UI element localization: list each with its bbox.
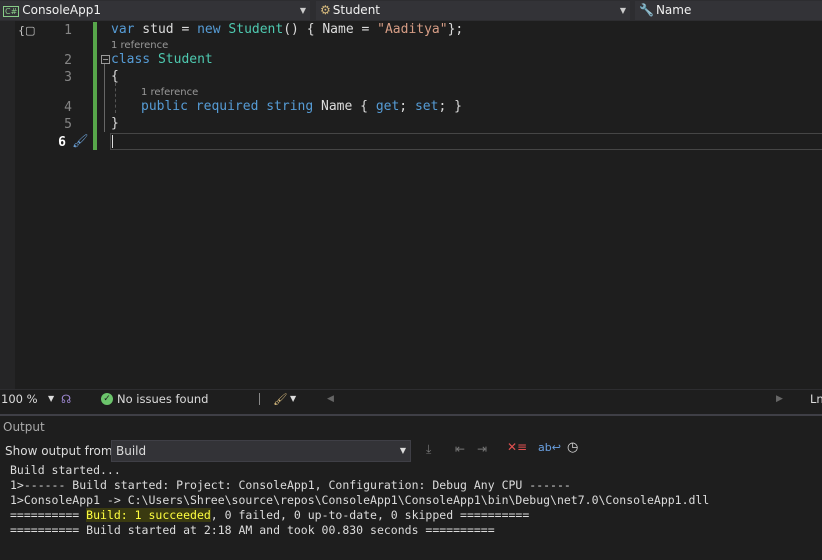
issues-status[interactable]: No issues found (117, 390, 208, 408)
scroll-right-icon[interactable]: ▶ (776, 390, 783, 408)
type-name: Student (220, 22, 284, 37)
type-name: Student (150, 52, 213, 67)
line-number: 3 (64, 70, 72, 85)
keyword: var (111, 22, 135, 37)
code-cleanup-brush-icon[interactable]: 🖌 (273, 390, 288, 408)
line-number: 1 (64, 23, 72, 38)
codelens-references[interactable]: 1 reference (111, 40, 168, 51)
word-wrap-icon[interactable]: ab↩ (538, 441, 561, 454)
keyword: new (197, 22, 221, 37)
previous-message-icon[interactable]: ⇤ (455, 442, 465, 456)
editor-margin (0, 21, 15, 389)
code-line-3[interactable]: { (111, 69, 119, 84)
collapse-icon[interactable]: − (101, 55, 110, 64)
scroll-left-icon[interactable]: ◀ (327, 390, 334, 408)
keyword: get (375, 99, 400, 114)
build-succeeded-highlight: Build: 1 succeeded (86, 508, 211, 522)
output-source-value: Build (116, 444, 147, 458)
line-number: 2 (64, 53, 72, 68)
wrench-icon: 🔧 (639, 3, 654, 17)
output-line: ========== Build started at 2:18 AM and … (10, 523, 495, 537)
code-text: ; (399, 99, 415, 114)
project-dropdown[interactable]: C# ConsoleApp1 ▼ (0, 1, 310, 20)
show-output-from-label: Show output from: (5, 444, 117, 458)
code-text: Name { (313, 99, 376, 114)
string-literal: "Aaditya" (377, 22, 448, 37)
keyword: public required string (141, 99, 314, 114)
output-line-summary: ========== Build: 1 succeeded, 0 failed,… (10, 508, 529, 522)
code-text: () { Name = (283, 22, 378, 37)
csharp-project-icon: C# (3, 6, 20, 17)
next-message-icon[interactable]: ⇥ (477, 442, 487, 456)
divider (259, 393, 260, 405)
intellicode-icon[interactable]: ☊ (61, 390, 71, 408)
member-dropdown[interactable]: 🔧 Name (635, 1, 822, 20)
summary-rest: , 0 failed, 0 up-to-date, 0 skipped ====… (210, 508, 530, 522)
output-panel-title: Output (3, 420, 45, 434)
text-cursor (112, 135, 113, 148)
check-circle-icon: ✓ (101, 393, 113, 405)
type-dropdown[interactable]: ⚙ Student ▼ (316, 1, 630, 20)
line-position: Ln (810, 392, 822, 406)
current-line-highlight[interactable] (110, 133, 822, 150)
go-to-line-icon[interactable]: ⤓ (426, 442, 431, 457)
identifier: stud = (134, 22, 198, 37)
change-tracking-bar (93, 22, 97, 150)
quick-actions-brush-icon[interactable]: 🖌 (72, 134, 89, 149)
keyword: class (111, 52, 151, 67)
chevron-down-icon: ▼ (619, 6, 626, 15)
output-line: Build started... (10, 463, 121, 477)
summary-prefix: ========== (10, 508, 87, 522)
clock-icon[interactable]: ◷ (567, 440, 578, 455)
line-number: 5 (64, 117, 72, 132)
chevron-down-icon: ▼ (299, 6, 306, 15)
chevron-down-icon[interactable]: ▼ (48, 390, 54, 408)
code-line-5[interactable]: } (111, 116, 119, 131)
project-name: ConsoleApp1 (22, 3, 102, 17)
editor-status-bar: 100 % ▼ ☊ ✓ No issues found 🖌 ▼ ◀ ▶ Ln (0, 389, 822, 408)
line-number-current: 6 (58, 135, 66, 150)
scope-icon: {▢ (18, 24, 36, 37)
type-name: Student (332, 3, 381, 17)
member-name: Name (655, 3, 692, 17)
code-text: ; } (438, 99, 462, 114)
navigation-bar: C# ConsoleApp1 ▼ ⚙ Student ▼ 🔧 Name (0, 0, 822, 21)
output-panel: Output Show output from: Build ▼ ⤓ ⇤ ⇥ ✕≡… (0, 414, 822, 560)
chevron-down-icon[interactable]: ▼ (290, 390, 296, 408)
codelens-references[interactable]: 1 reference (141, 87, 198, 98)
zoom-level-dropdown[interactable]: 100 % (1, 390, 38, 408)
output-line: 1>------ Build started: Project: Console… (10, 478, 571, 492)
output-line: 1>ConsoleApp1 -> C:\Users\Shree\source\r… (10, 493, 710, 507)
line-number: 4 (64, 100, 72, 115)
output-text-area[interactable]: Build started... 1>------ Build started:… (0, 462, 822, 560)
clear-all-icon[interactable]: ✕≡ (507, 440, 527, 454)
code-line-4[interactable]: public required string Name { get; set; … (141, 99, 462, 114)
code-line-2[interactable]: class Student (111, 52, 213, 67)
class-icon: ⚙ (320, 3, 331, 17)
code-text: }; (447, 22, 464, 37)
output-source-dropdown[interactable]: Build ▼ (111, 440, 411, 462)
indent-guide (115, 83, 117, 113)
chevron-down-icon: ▼ (399, 446, 406, 455)
keyword: set (414, 99, 439, 114)
code-line-1[interactable]: var stud = new Student() { Name = "Aadit… (111, 22, 463, 37)
outline-guide (104, 64, 106, 132)
